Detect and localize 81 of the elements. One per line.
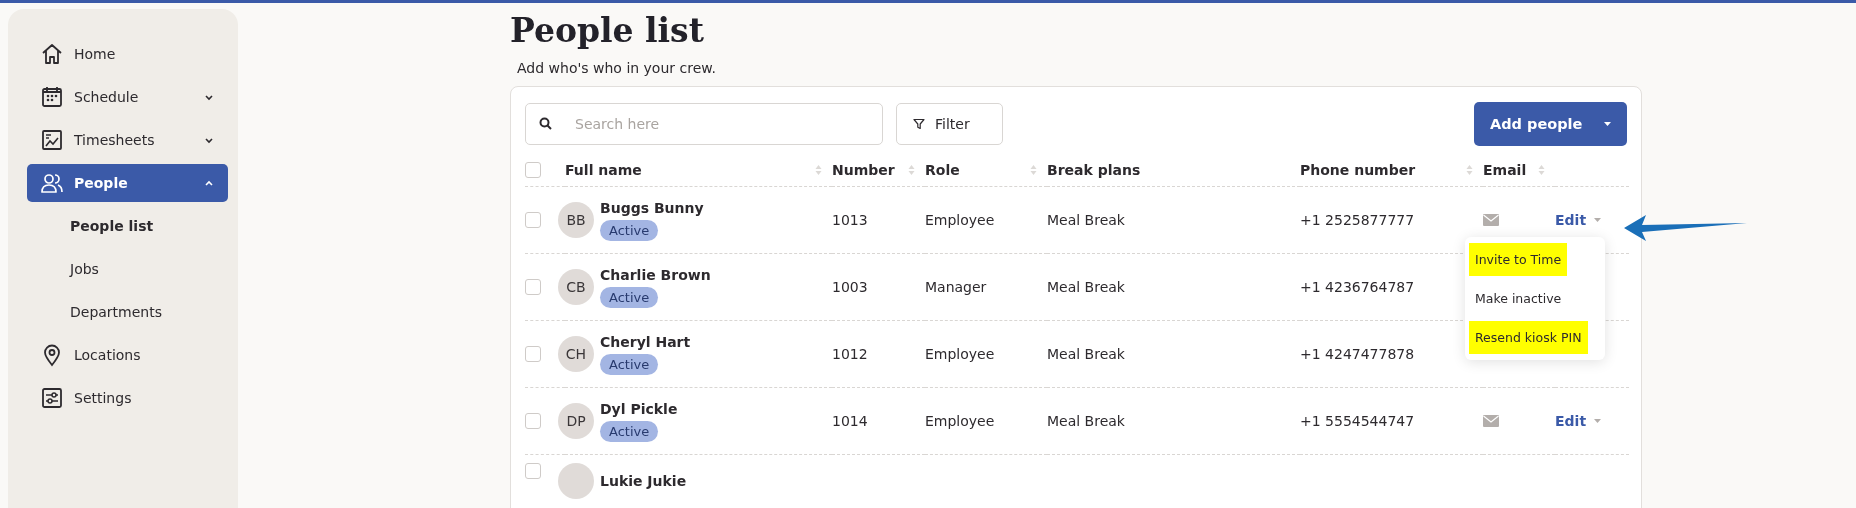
person-name[interactable]: Buggs Bunny: [600, 199, 704, 216]
status-badge: Active: [600, 420, 659, 442]
row-checkbox[interactable]: [525, 463, 541, 479]
row-checkbox[interactable]: [525, 279, 541, 295]
menu-item[interactable]: Make inactive: [1469, 282, 1568, 315]
caret-icon: [1594, 419, 1602, 423]
status-badge: Active: [600, 219, 659, 241]
caret-icon: [1594, 218, 1602, 222]
sort-icon[interactable]: [815, 164, 822, 176]
nav-item[interactable]: Settings: [27, 379, 228, 417]
menu-item[interactable]: Resend kiosk PIN: [1469, 321, 1588, 354]
people-icon: [40, 171, 64, 195]
sliders-icon: [40, 386, 64, 410]
envelope-icon[interactable]: [1483, 415, 1499, 427]
person-name[interactable]: Cheryl Hart: [600, 333, 691, 350]
column-header[interactable]: Full name: [565, 162, 642, 178]
column-header[interactable]: Break plans: [1047, 162, 1141, 178]
avatar: BB: [558, 202, 594, 238]
table-cell: Manager: [925, 279, 987, 295]
nav-subitem[interactable]: Departments: [27, 293, 228, 331]
column-header[interactable]: Email: [1483, 162, 1527, 178]
chevron-icon[interactable]: [204, 178, 214, 188]
table-cell: +1 2525877777: [1300, 212, 1415, 228]
caret-icon: [1604, 122, 1611, 126]
table-cell: Meal Break: [1047, 279, 1125, 295]
table-cell: 1003: [832, 279, 868, 295]
status-badge: Active: [600, 353, 659, 375]
row-checkbox[interactable]: [525, 346, 541, 362]
page-title: People list: [510, 11, 705, 50]
avatar: DP: [558, 403, 594, 439]
avatar: [558, 463, 594, 499]
edit-dropdown[interactable]: Edit: [1555, 413, 1602, 429]
calendar-icon: [40, 85, 64, 109]
row-checkbox[interactable]: [525, 413, 541, 429]
table-cell: Employee: [925, 413, 995, 429]
person-name[interactable]: Charlie Brown: [600, 266, 711, 283]
table-cell: 1012: [832, 346, 868, 362]
table-cell: 1014: [832, 413, 868, 429]
home-icon: [40, 42, 64, 66]
filter-button[interactable]: Filter: [896, 103, 1003, 145]
select-all-checkbox[interactable]: [525, 162, 541, 178]
page-subtitle: Add who's who in your crew.: [517, 60, 717, 76]
search-icon: [539, 117, 552, 130]
column-header[interactable]: Phone number: [1300, 162, 1416, 178]
sort-icon[interactable]: [1030, 164, 1037, 176]
nav-item[interactable]: Locations: [27, 336, 228, 374]
chevron-icon[interactable]: [204, 135, 214, 145]
column-header[interactable]: Number: [832, 162, 895, 178]
sort-icon[interactable]: [908, 164, 915, 176]
table-cell: +1 4247477878: [1300, 346, 1415, 362]
add-people-button[interactable]: Add people: [1474, 102, 1627, 146]
table-cell: Meal Break: [1047, 413, 1125, 429]
table-cell: Meal Break: [1047, 346, 1125, 362]
nav-subitem[interactable]: Jobs: [27, 250, 228, 288]
sort-icon[interactable]: [1538, 164, 1545, 176]
search-field[interactable]: Search here: [525, 103, 883, 145]
table-cell: Employee: [925, 346, 995, 362]
table-cell: +1 4236764787: [1300, 279, 1415, 295]
table-cell: 1013: [832, 212, 868, 228]
avatar: CB: [558, 269, 594, 305]
row-checkbox[interactable]: [525, 212, 541, 228]
nav-item[interactable]: Timesheets: [27, 121, 228, 159]
status-badge: Active: [600, 286, 659, 308]
menu-item[interactable]: Invite to Time: [1469, 243, 1568, 276]
table-cell: Employee: [925, 212, 995, 228]
edit-dropdown[interactable]: Edit: [1555, 212, 1602, 228]
nav-item[interactable]: Home: [27, 35, 228, 73]
column-header[interactable]: Role: [925, 162, 960, 178]
envelope-icon[interactable]: [1483, 214, 1499, 226]
filter-icon: [913, 118, 925, 130]
nav-subitem[interactable]: People list: [27, 207, 228, 245]
chart-icon: [40, 128, 64, 152]
nav-item[interactable]: People: [27, 164, 228, 202]
avatar: CH: [558, 336, 594, 372]
nav-item[interactable]: Schedule: [27, 78, 228, 116]
table-cell: +1 5554544747: [1300, 413, 1415, 429]
chevron-icon[interactable]: [204, 92, 214, 102]
person-name[interactable]: Lukie Jukie: [600, 473, 687, 489]
sort-icon[interactable]: [1466, 164, 1473, 176]
table-cell: Meal Break: [1047, 212, 1125, 228]
person-name[interactable]: Dyl Pickle: [600, 400, 678, 417]
